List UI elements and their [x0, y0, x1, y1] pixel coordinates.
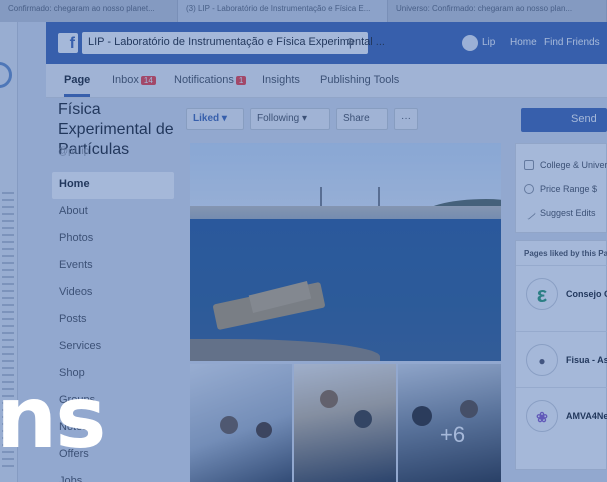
sidebar-item-events[interactable]: Events	[52, 253, 174, 280]
tab-insights[interactable]: Insights	[262, 74, 300, 86]
liked-page-item[interactable]: ε Consejo C	[516, 265, 607, 323]
pages-liked-card: Pages liked by this Page ε Consejo C ● F…	[515, 240, 607, 470]
liked-page-logo-icon: ●	[526, 344, 558, 376]
inbox-count-badge: 14	[140, 76, 156, 85]
overlay-headline-text: ns	[0, 368, 106, 468]
info-price-label: Price Range $	[540, 184, 598, 194]
page-info-card: College & University Price Range $ Sugge…	[515, 143, 607, 233]
liked-button[interactable]: Liked ▾	[186, 108, 244, 130]
sidebar-item-videos[interactable]: Videos	[52, 280, 174, 307]
category-icon	[524, 160, 534, 170]
facebook-header: f LIP - Laboratório de Instrumentação e …	[46, 22, 607, 64]
tab-page[interactable]: Page	[64, 74, 91, 97]
sidebar-item-jobs[interactable]: Jobs	[52, 469, 174, 482]
avatar[interactable]	[462, 35, 478, 51]
search-input[interactable]: LIP - Laboratório de Instrumentação e Fí…	[82, 32, 385, 54]
browser-tab-2[interactable]: (3) LIP - Laboratório de Instrumentação …	[178, 0, 388, 22]
info-category[interactable]: College & University	[524, 160, 607, 170]
photo-thumbnail-1[interactable]	[190, 364, 292, 482]
liked-page-item[interactable]: ❀ AMVA4Ne	[516, 387, 607, 445]
pencil-icon	[521, 205, 537, 221]
share-button[interactable]: Share	[336, 108, 388, 130]
facebook-logo-icon[interactable]: f	[58, 33, 78, 53]
page-admin-tabs: Page Inbox 14 Notifications 1 Insights Pub…	[46, 64, 607, 98]
photo-person	[354, 410, 372, 428]
search-icon[interactable]: ⚲	[346, 36, 362, 52]
notifications-count-badge: 1	[235, 76, 247, 85]
send-message-button[interactable]: Send	[521, 108, 607, 132]
pages-liked-header: Pages liked by this Page	[524, 249, 607, 258]
profile-link[interactable]: Lip	[482, 37, 495, 48]
photo-thumbnail-2[interactable]	[294, 364, 396, 482]
price-icon	[524, 184, 534, 194]
tab-notifications[interactable]: Notifications 1	[174, 74, 247, 86]
browser-tab-strip: Confirmado: chegaram ao nosso planet... …	[0, 0, 607, 22]
page-handle[interactable]: @pt.lip	[58, 146, 89, 157]
tab-inbox[interactable]: Inbox 14	[112, 74, 156, 86]
sidebar-item-about[interactable]: About	[52, 199, 174, 226]
more-button[interactable]: ···	[394, 108, 418, 130]
browser-tab-1[interactable]: Confirmado: chegaram ao nosso planet...	[0, 0, 178, 22]
sidebar-item-photos[interactable]: Photos	[52, 226, 174, 253]
tab-inbox-label: Inbox	[112, 74, 139, 86]
search-value: LIP - Laboratório de Instrumentação e Fí…	[88, 36, 385, 48]
liked-page-name[interactable]: Consejo C	[566, 289, 607, 299]
photo-person	[320, 390, 338, 408]
browser-tab-3[interactable]: Universo: Confirmado: chegaram ao nosso …	[388, 0, 607, 22]
photo-person	[460, 400, 478, 418]
photo-person	[220, 416, 238, 434]
sidebar-item-services[interactable]: Services	[52, 334, 174, 361]
liked-page-item[interactable]: ● Fisua - Ass	[516, 331, 607, 389]
cover-photo[interactable]	[190, 143, 501, 361]
liked-page-name[interactable]: AMVA4Ne	[566, 411, 607, 421]
photo-person	[412, 406, 432, 426]
tab-publishing-tools[interactable]: Publishing Tools	[320, 74, 399, 86]
info-price-range: Price Range $	[524, 184, 597, 194]
info-category-label: College & University	[540, 160, 607, 170]
cover-shore	[190, 206, 501, 220]
photo-person	[256, 422, 272, 438]
liked-page-logo-icon: ε	[526, 278, 558, 310]
following-button[interactable]: Following ▾	[250, 108, 330, 130]
more-photos-count[interactable]: +6	[440, 422, 465, 448]
background-logo-icon	[0, 62, 12, 88]
tab-notifications-label: Notifications	[174, 74, 234, 86]
sidebar-item-posts[interactable]: Posts	[52, 307, 174, 334]
home-link[interactable]: Home	[510, 37, 537, 48]
info-suggest-label: Suggest Edits	[540, 208, 596, 218]
liked-page-name[interactable]: Fisua - Ass	[566, 355, 607, 365]
sidebar-item-home[interactable]: Home	[52, 172, 174, 199]
liked-page-logo-icon: ❀	[526, 400, 558, 432]
info-suggest-edits[interactable]: Suggest Edits	[521, 205, 596, 221]
find-friends-link[interactable]: Find Friends	[544, 37, 600, 48]
